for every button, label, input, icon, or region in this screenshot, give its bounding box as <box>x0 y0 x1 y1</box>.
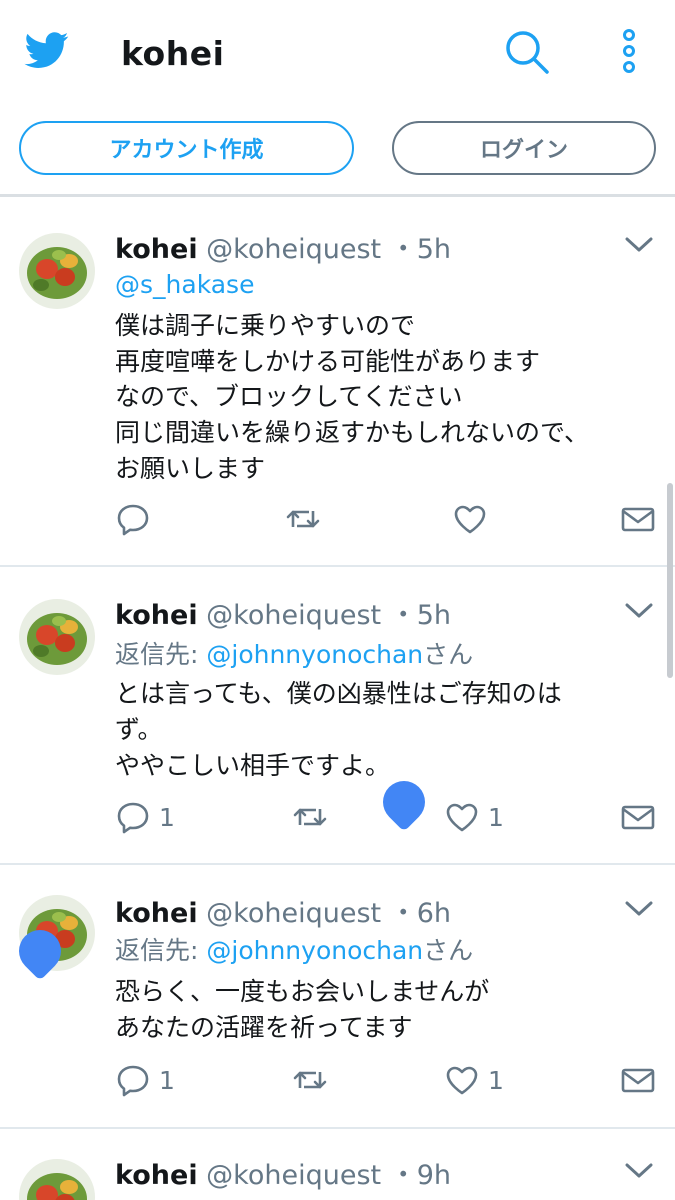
tweet-text-line: なので、ブロックしてください <box>115 382 463 411</box>
like-button[interactable]: 1 <box>444 1062 504 1098</box>
like-button[interactable] <box>452 501 496 537</box>
avatar[interactable] <box>19 233 95 309</box>
retweet-icon <box>293 1071 327 1089</box>
retweet-icon <box>286 510 320 528</box>
author-handle[interactable]: @koheiquest <box>206 234 381 265</box>
timestamp[interactable]: ・9h <box>390 1160 451 1191</box>
retweet-button[interactable] <box>292 1062 328 1098</box>
page-title: kohei <box>121 34 225 73</box>
tweet-header: kohei @koheiquest ・6h <box>115 891 451 930</box>
tweet-text-line: 再度喧嘩をしかける可能性があります <box>115 347 541 376</box>
avatar[interactable] <box>19 599 95 675</box>
mail-icon <box>621 1068 655 1093</box>
search-icon[interactable] <box>503 28 551 76</box>
reply-to-user-link[interactable]: @johnnyonochan <box>206 640 423 669</box>
timestamp[interactable]: ・6h <box>390 898 451 929</box>
tweet-text-line: お願いします <box>115 454 266 483</box>
like-count: 1 <box>488 802 504 832</box>
reply-icon <box>117 802 149 834</box>
reply-button[interactable]: 1 <box>115 799 175 835</box>
tweet-header: kohei @koheiquest ・5h <box>115 227 451 266</box>
avatar[interactable] <box>19 1159 95 1200</box>
author-handle[interactable]: @koheiquest <box>206 1160 381 1191</box>
more-vertical-icon[interactable] <box>615 28 643 76</box>
mail-icon <box>621 805 655 830</box>
author-handle[interactable]: @koheiquest <box>206 600 381 631</box>
author-name[interactable]: kohei <box>115 898 198 929</box>
tweet-text-line: 同じ間違いを繰り返すかもしれないので、 <box>115 418 590 447</box>
tweet-item[interactable]: kohei @koheiquest ・9h <box>0 1129 675 1200</box>
heart-icon <box>446 1066 478 1095</box>
author-name[interactable]: kohei <box>115 600 198 631</box>
reply-prefix: 返信先: <box>115 936 207 965</box>
timestamp[interactable]: ・5h <box>390 234 451 265</box>
tweet-text-line: ず。 <box>115 715 163 744</box>
reply-count: 1 <box>159 802 175 832</box>
reply-suffix: さん <box>423 936 474 965</box>
timestamp[interactable]: ・5h <box>390 600 451 631</box>
twitter-logo-icon[interactable] <box>22 28 72 72</box>
retweet-icon <box>293 808 327 826</box>
tweet-item[interactable]: kohei @koheiquest ・5h 返信先: @johnnyonocha… <box>0 567 675 865</box>
scrollbar[interactable] <box>667 483 673 678</box>
mention-link[interactable]: @s_hakase <box>115 270 254 299</box>
tweet-text-line: あなたの活躍を祈ってます <box>115 1013 413 1042</box>
tweet-text-line: ややこしい相手ですよ。 <box>115 751 391 780</box>
reply-suffix: さん <box>423 640 474 669</box>
reply-button[interactable] <box>115 501 159 537</box>
tweet-text-line: 恐らく、一度もお会いしませんが <box>115 977 490 1006</box>
tweet-item[interactable]: kohei @koheiquest ・5h @s_hakase 僕は調子に乗りや… <box>0 197 675 567</box>
chevron-down-icon[interactable] <box>624 235 654 255</box>
author-name[interactable]: kohei <box>115 234 198 265</box>
signup-button[interactable]: アカウント作成 <box>19 121 354 175</box>
tweet-text-line: 僕は調子に乗りやすいので <box>115 311 416 340</box>
reply-to-user-link[interactable]: @johnnyonochan <box>206 936 423 965</box>
reply-prefix: 返信先: <box>115 640 207 669</box>
reply-icon <box>117 504 149 536</box>
heart-icon <box>454 505 486 534</box>
chevron-down-icon[interactable] <box>624 1161 654 1181</box>
tweet-item[interactable]: kohei @koheiquest ・6h 返信先: @johnnyonocha… <box>0 865 675 1129</box>
retweet-button[interactable] <box>292 799 328 835</box>
like-count: 1 <box>488 1065 504 1095</box>
message-button[interactable] <box>620 799 656 835</box>
reply-button[interactable]: 1 <box>115 1062 175 1098</box>
message-button[interactable] <box>620 1062 656 1098</box>
author-name[interactable]: kohei <box>115 1160 198 1191</box>
chevron-down-icon[interactable] <box>624 601 654 621</box>
login-button[interactable]: ログイン <box>392 121 656 175</box>
mail-icon <box>621 507 655 532</box>
heart-icon <box>446 803 478 832</box>
tweet-text-line: とは言っても、僕の凶暴性はご存知のは <box>115 679 562 708</box>
reply-context: 返信先: @johnnyonochanさん <box>115 931 473 967</box>
retweet-button[interactable] <box>285 501 321 537</box>
like-button[interactable]: 1 <box>444 799 504 835</box>
top-bar: kohei アカウント作成 ログイン <box>0 0 675 197</box>
author-handle[interactable]: @koheiquest <box>206 898 381 929</box>
tweet-header: kohei @koheiquest ・9h <box>115 1153 451 1192</box>
message-button[interactable] <box>620 501 656 537</box>
reply-context: 返信先: @johnnyonochanさん <box>115 635 473 671</box>
reply-count: 1 <box>159 1065 175 1095</box>
tweet-header: kohei @koheiquest ・5h <box>115 593 451 632</box>
chevron-down-icon[interactable] <box>624 899 654 919</box>
reply-icon <box>117 1065 149 1097</box>
